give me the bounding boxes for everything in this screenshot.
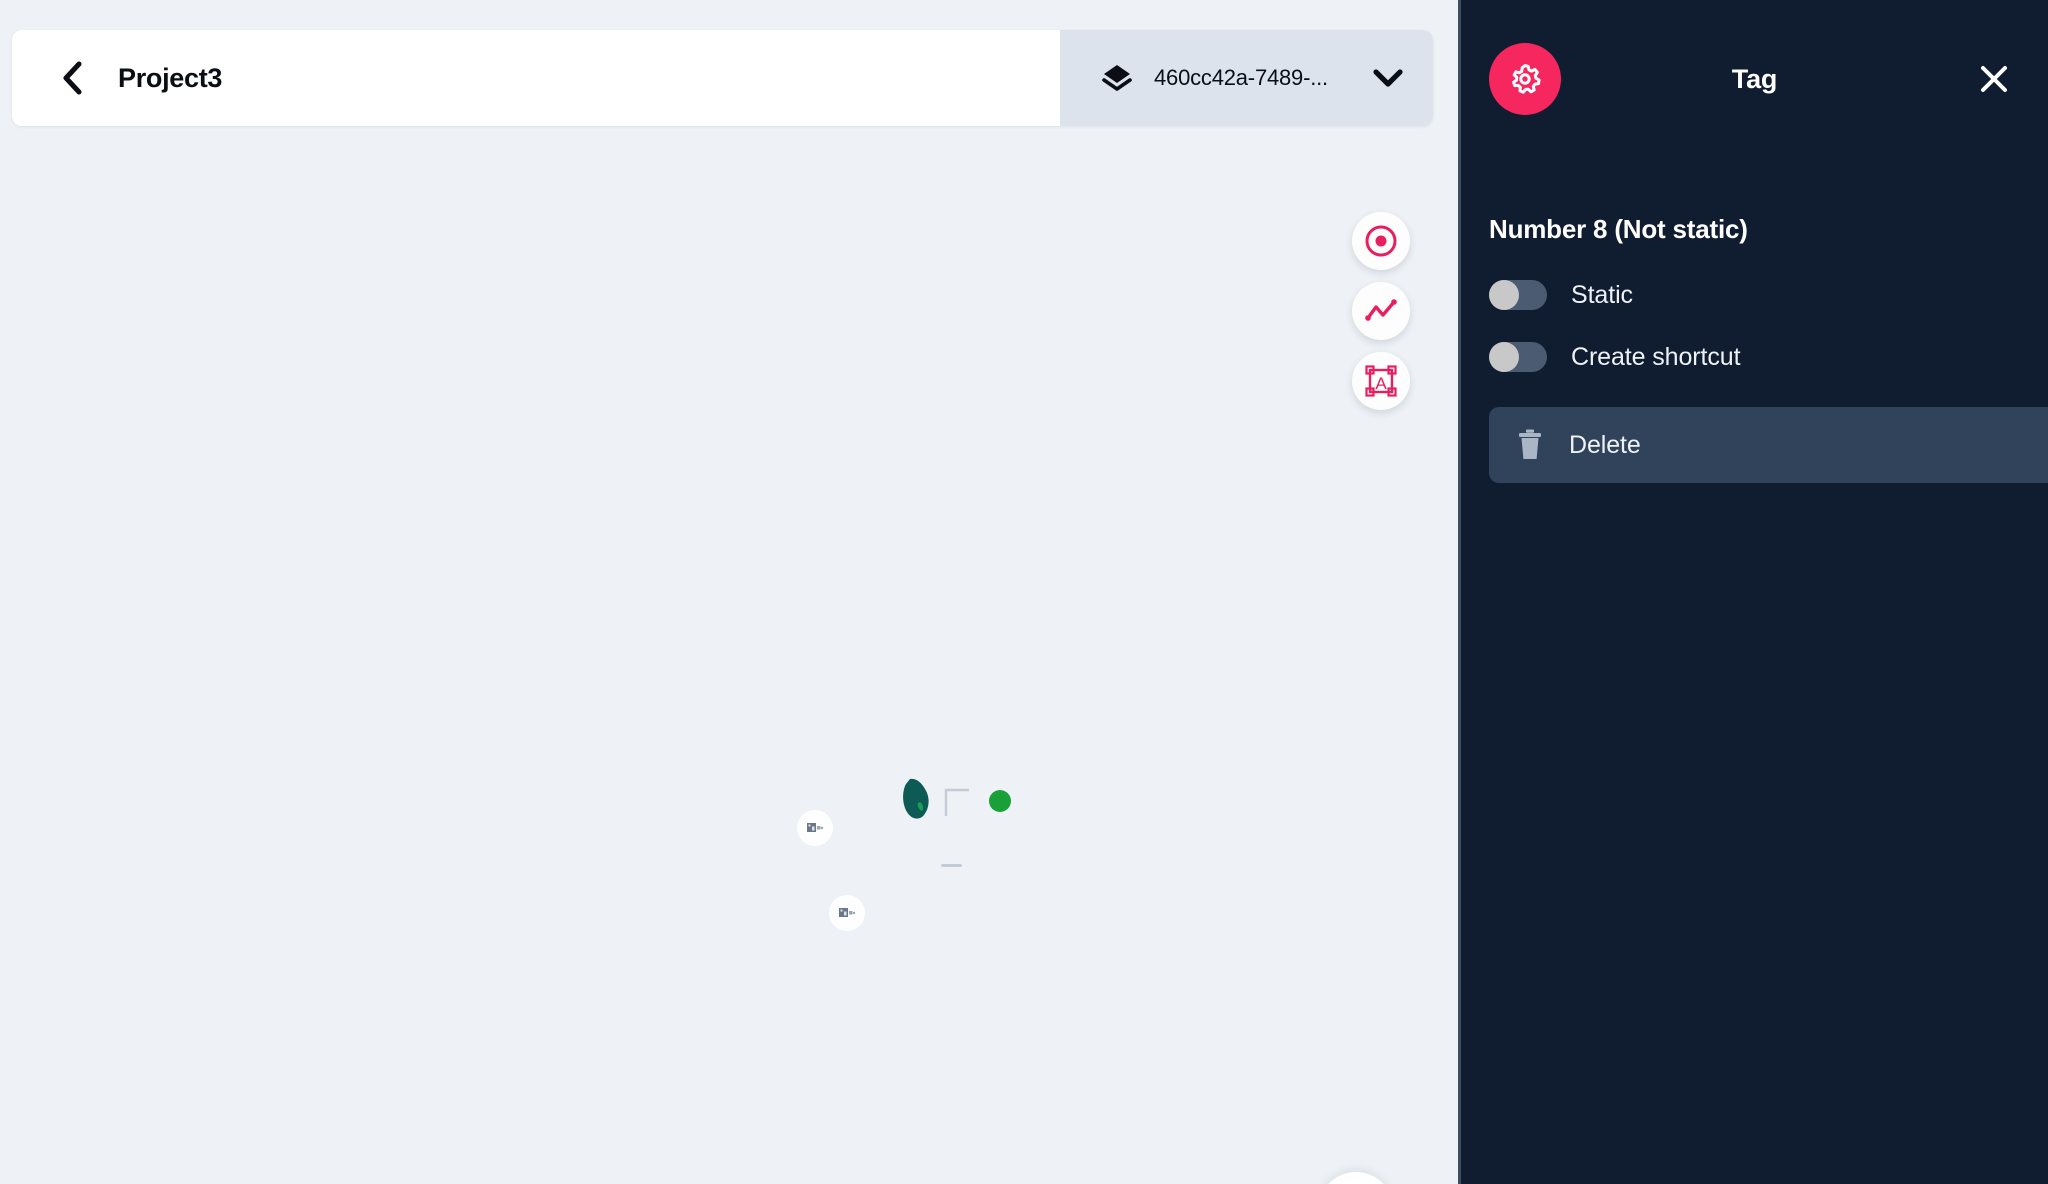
toggle-knob [1489, 342, 1519, 372]
static-toggle[interactable] [1489, 280, 1547, 310]
panel-body: Number 8 (Not static) Static Create shor… [1461, 158, 2048, 483]
header-bar: Project3 460cc42a-7489-... [12, 30, 1433, 126]
tag-heading: Number 8 (Not static) [1489, 214, 1748, 244]
mini-marker-left[interactable] [797, 810, 833, 846]
layer-selector-dropdown[interactable]: 460cc42a-7489-... [1060, 30, 1433, 126]
toggle-row-static[interactable]: Static [1489, 271, 1633, 319]
layer-id-label: 460cc42a-7489-... [1154, 65, 1328, 90]
polygon-shape-icon [903, 778, 929, 819]
trend-line-tool[interactable] [1352, 282, 1410, 340]
green-node-dot[interactable] [989, 790, 1011, 812]
chevron-down-icon [1373, 69, 1403, 87]
close-icon [1981, 66, 2007, 92]
line-chart-icon [1365, 299, 1397, 321]
panel-close-button[interactable] [1974, 59, 2014, 99]
gear-icon [1512, 64, 1541, 94]
toggle-row-create-shortcut[interactable]: Create shortcut [1489, 333, 1741, 381]
delete-button-label: Delete [1569, 430, 1641, 459]
back-button[interactable] [58, 61, 86, 95]
bottom-floating-button[interactable] [1318, 1172, 1394, 1184]
record-target-tool[interactable] [1352, 212, 1410, 270]
layers-icon [1102, 65, 1132, 91]
static-toggle-label: Static [1571, 280, 1633, 309]
create-shortcut-toggle[interactable] [1489, 342, 1547, 372]
header-left-section: Project3 [12, 30, 1060, 126]
map-canvas[interactable]: Project3 460cc42a-7489-... A [0, 0, 1458, 1184]
tag-side-panel: Tag Number 8 (Not static) Static Create … [1458, 0, 2048, 1184]
map-marker-icon [839, 908, 856, 917]
tool-rail: A [1352, 212, 1410, 410]
target-circle-icon [1365, 225, 1397, 257]
canvas-objects-layer [0, 0, 1458, 1184]
create-shortcut-toggle-label: Create shortcut [1571, 342, 1741, 371]
text-annotation-tool[interactable]: A [1352, 352, 1410, 410]
mini-marker-lower[interactable] [829, 895, 865, 931]
toggle-knob [1489, 280, 1519, 310]
corner-guide-line [944, 787, 970, 822]
text-box-icon: A [1365, 365, 1397, 397]
panel-header: Tag [1461, 0, 2048, 158]
panel-settings-button[interactable] [1489, 43, 1561, 115]
teal-polygon-shape[interactable] [899, 777, 933, 826]
corner-line-icon [944, 788, 969, 816]
map-marker-icon [807, 823, 824, 832]
chevron-left-icon [63, 61, 82, 95]
trash-icon [1519, 429, 1541, 459]
dash-segment [941, 864, 962, 867]
app-root: Project3 460cc42a-7489-... A Tag Number … [0, 0, 2048, 1184]
svg-text:A: A [1375, 374, 1387, 393]
page-title: Project3 [118, 62, 223, 93]
delete-button[interactable]: Delete [1489, 407, 2048, 483]
